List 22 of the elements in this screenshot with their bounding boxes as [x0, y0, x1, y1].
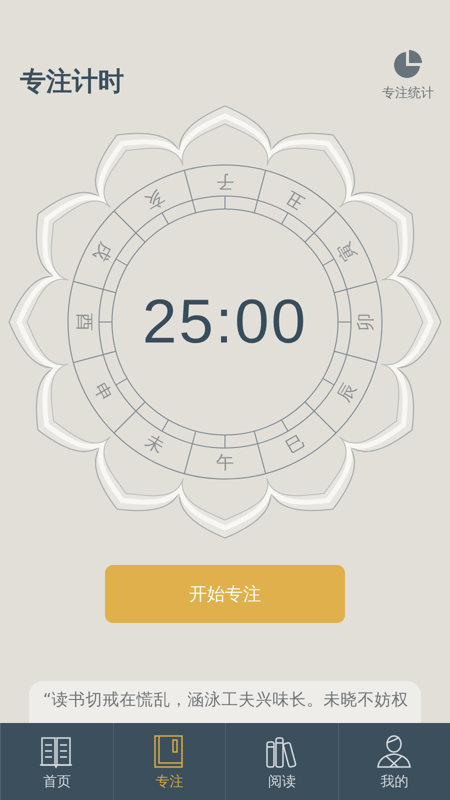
timer-text: 25:00 — [142, 288, 308, 356]
branch-label: 午 — [216, 452, 234, 474]
branch-label: 申 — [89, 379, 116, 406]
tab-item[interactable]: 阅读 — [225, 723, 338, 800]
tab-item[interactable]: 我的 — [338, 723, 450, 800]
branch-label: 巳 — [282, 430, 309, 458]
branch-label: 子 — [216, 170, 234, 192]
page-title: 专注计时 — [20, 66, 124, 99]
pie-chart-icon — [392, 48, 424, 80]
branch-label: 辰 — [334, 379, 361, 406]
branch-label: 未 — [141, 430, 168, 458]
branch-label: 戌 — [89, 238, 116, 265]
tab-item[interactable]: 首页 — [0, 723, 112, 800]
stats-button[interactable]: 专注统计 — [382, 48, 434, 102]
branch-label: 丑 — [282, 186, 309, 214]
branch-label: 亥 — [141, 186, 168, 214]
branch-label: 酉 — [74, 313, 94, 331]
branch-label: 寅 — [334, 238, 361, 265]
tab-item[interactable]: 专注 — [112, 723, 225, 800]
quote-text: “读书切戒在慌乱，涵泳工夫兴味长。未晓不妨权 — [43, 690, 410, 710]
person-icon — [376, 734, 412, 770]
branch-label: 卯 — [356, 313, 376, 331]
